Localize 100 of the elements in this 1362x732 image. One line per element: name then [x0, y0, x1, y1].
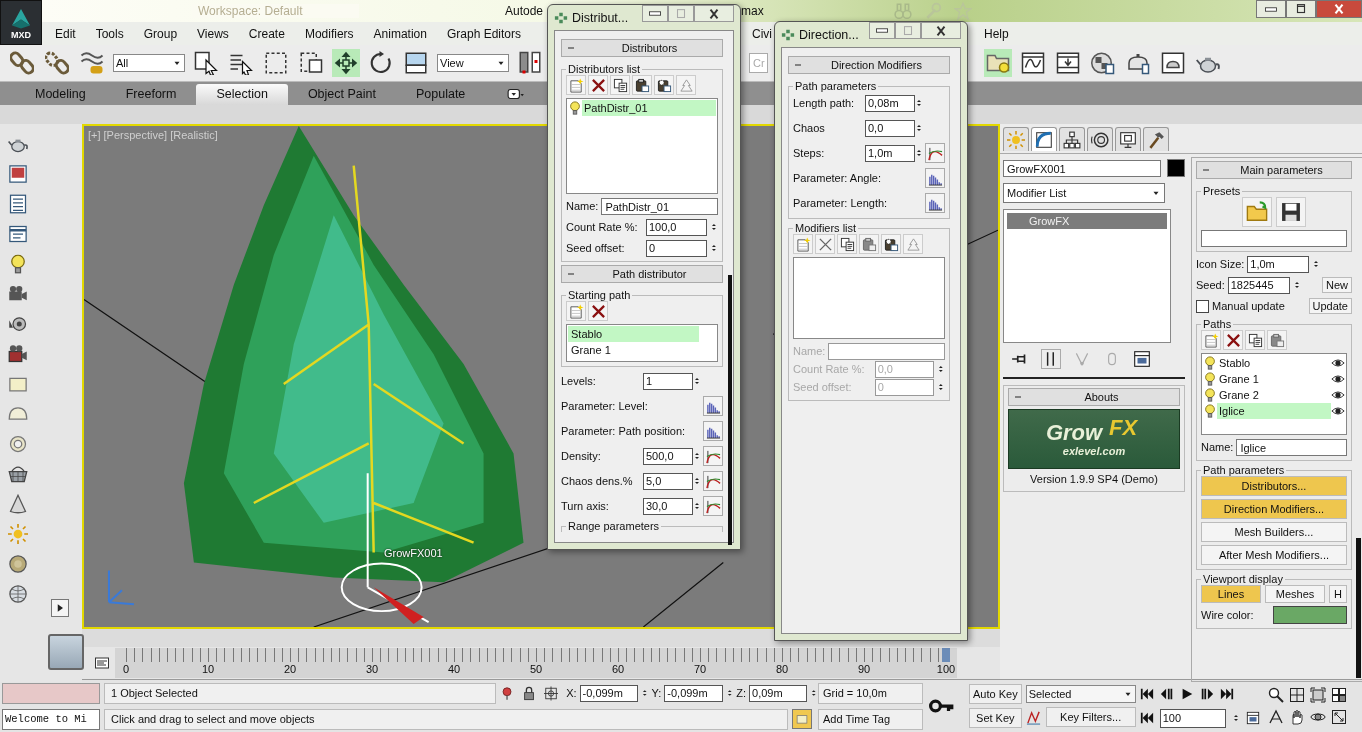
- light-bulb-icon[interactable]: [1203, 356, 1217, 370]
- spinner-field[interactable]: 30,0: [643, 497, 693, 515]
- cone-icon[interactable]: [8, 494, 28, 514]
- show-end-result-icon[interactable]: [1041, 349, 1061, 369]
- curve-graph-button[interactable]: [703, 471, 723, 491]
- spinner-field[interactable]: 0: [645, 239, 708, 257]
- light-bulb-icon[interactable]: [1203, 388, 1217, 402]
- zoom-extents-icon[interactable]: [1309, 687, 1326, 703]
- command-panel-tab[interactable]: [1059, 127, 1085, 151]
- distributor-list-item[interactable]: PathDistr_01: [582, 100, 716, 116]
- set-key-button[interactable]: Set Key: [969, 708, 1022, 728]
- maximize-button[interactable]: [1286, 0, 1316, 18]
- auto-key-button[interactable]: Auto Key: [969, 684, 1022, 704]
- previous-frame-icon[interactable]: [1159, 687, 1174, 701]
- zoom-all-icon[interactable]: [1288, 687, 1305, 703]
- del-button[interactable]: [815, 234, 835, 254]
- newdoc-button[interactable]: [793, 234, 813, 254]
- spinner-field[interactable]: 5,0: [643, 472, 693, 490]
- disc-icon[interactable]: [8, 554, 28, 574]
- window-icon[interactable]: [8, 224, 28, 244]
- save-preset-button[interactable]: [1276, 197, 1306, 227]
- rollout-header[interactable]: Abouts: [1008, 388, 1180, 406]
- new-seed-button[interactable]: New: [1322, 277, 1352, 293]
- rollout-header[interactable]: Main parameters: [1196, 161, 1352, 179]
- delete-path-button[interactable]: [1223, 330, 1243, 350]
- key-mode-dropdown[interactable]: Selected: [1025, 685, 1136, 703]
- pastelink-button[interactable]: [881, 234, 901, 254]
- command-panel-tab[interactable]: [1115, 127, 1141, 151]
- spinner-field[interactable]: 1: [643, 372, 693, 390]
- listener-output-field[interactable]: Welcome to Mi: [2, 708, 100, 730]
- display-mode-button[interactable]: Meshes: [1265, 585, 1325, 603]
- histogram-button[interactable]: [925, 168, 945, 188]
- curve-graph-button[interactable]: [703, 496, 723, 516]
- command-panel-tab[interactable]: [1031, 127, 1057, 151]
- path-list-item[interactable]: Stablo: [1217, 355, 1331, 371]
- checkbox[interactable]: [1196, 299, 1209, 313]
- minimize-button[interactable]: [1256, 0, 1286, 18]
- time-tag-button[interactable]: [792, 709, 812, 729]
- wire-color-swatch[interactable]: [1273, 606, 1347, 624]
- rollout-header[interactable]: Distributors: [561, 39, 723, 57]
- ribbon-tab[interactable]: Populate: [395, 84, 486, 106]
- go-to-end-icon[interactable]: [1219, 687, 1234, 701]
- copy-button[interactable]: [837, 234, 857, 254]
- modifier-list-dropdown[interactable]: Modifier List: [1003, 183, 1165, 203]
- spinner-field[interactable]: -0,099m: [579, 684, 638, 702]
- close-button[interactable]: [694, 5, 734, 22]
- starting-path-item[interactable]: Stablo: [568, 326, 699, 342]
- lock-icon[interactable]: [522, 685, 537, 701]
- add-time-tag-text[interactable]: Add Time Tag: [818, 708, 923, 730]
- select-object-icon[interactable]: [192, 49, 220, 78]
- viewport-layout-button[interactable]: [48, 634, 84, 670]
- list-icon[interactable]: [8, 194, 28, 214]
- mesh-sphere-icon[interactable]: [8, 584, 28, 604]
- ribbon-tab[interactable]: Modeling: [15, 84, 106, 106]
- ribbon-tab[interactable]: Freeform: [105, 84, 197, 106]
- time-slider-thumb[interactable]: [942, 648, 950, 662]
- scene-explorer-icon[interactable]: [984, 49, 1012, 78]
- menu-item[interactable]: Edit: [45, 26, 86, 41]
- object-color-swatch[interactable]: [1167, 159, 1185, 177]
- menu-item[interactable]: Modifiers: [294, 26, 364, 41]
- starting-path-item[interactable]: Grane 1: [568, 342, 699, 358]
- move-icon[interactable]: [332, 49, 360, 78]
- menu-item[interactable]: Graph Editors: [436, 26, 531, 41]
- light-bulb-icon[interactable]: [1203, 404, 1217, 418]
- spinner-field[interactable]: 1,0m: [1247, 255, 1310, 273]
- coordinate-system-dropdown[interactable]: View: [437, 54, 509, 73]
- field-of-view-icon[interactable]: [1267, 709, 1284, 725]
- current-frame-field[interactable]: 100: [1159, 708, 1226, 728]
- maximize-viewport-icon[interactable]: [1330, 709, 1347, 725]
- load-preset-button[interactable]: [1242, 197, 1272, 227]
- zoom-icon[interactable]: [1267, 687, 1284, 703]
- expand-button[interactable]: [51, 599, 69, 617]
- ribbon-tab[interactable]: Selection: [196, 84, 288, 106]
- paste-path-button[interactable]: [1267, 330, 1287, 350]
- video-camera-icon[interactable]: [8, 344, 28, 364]
- menu-item[interactable]: Help: [974, 26, 1019, 41]
- key-curve-icon[interactable]: [1025, 709, 1041, 725]
- maxscript-listener-field[interactable]: [2, 682, 100, 704]
- light-bulb-icon[interactable]: [8, 254, 28, 274]
- key-filters-button[interactable]: Key Filters...: [1045, 707, 1136, 727]
- menu-item[interactable]: Tools: [85, 26, 134, 41]
- minimize-button[interactable]: [869, 22, 895, 39]
- histogram-button[interactable]: [925, 193, 945, 213]
- histogram-button[interactable]: [703, 396, 723, 416]
- eye-icon[interactable]: [1331, 372, 1345, 386]
- mini-curve-editor-icon[interactable]: [92, 655, 112, 671]
- command-panel-tab[interactable]: [1143, 127, 1169, 151]
- preset-name-field[interactable]: [1201, 230, 1347, 247]
- minimize-button[interactable]: [642, 5, 668, 22]
- eye-icon[interactable]: [1331, 404, 1345, 418]
- path-parameters-button[interactable]: Mesh Builders...: [1201, 522, 1347, 542]
- menu-item[interactable]: Animation: [363, 26, 437, 41]
- spinner-field[interactable]: 500,0: [643, 447, 693, 465]
- spinner-field[interactable]: 1825445: [1227, 276, 1290, 294]
- name-field[interactable]: PathDistr_01: [601, 197, 718, 215]
- spinner-field[interactable]: -0,099m: [664, 684, 723, 702]
- isolate-icon[interactable]: [500, 685, 515, 701]
- curve-graph-button[interactable]: [703, 446, 723, 466]
- copy-button[interactable]: [610, 75, 630, 95]
- ribbon-tab[interactable]: Object Paint: [287, 84, 396, 106]
